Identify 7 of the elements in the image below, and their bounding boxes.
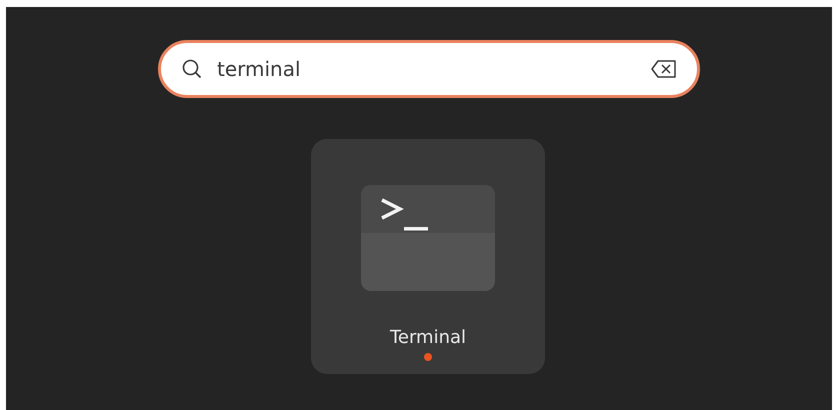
app-label: Terminal — [390, 327, 466, 349]
search-input[interactable]: terminal — [217, 57, 637, 81]
clear-icon[interactable] — [651, 60, 677, 78]
terminal-icon — [361, 185, 495, 291]
app-tile[interactable]: Terminal — [311, 139, 545, 374]
search-field[interactable]: terminal — [158, 40, 700, 98]
search-icon — [181, 58, 203, 80]
